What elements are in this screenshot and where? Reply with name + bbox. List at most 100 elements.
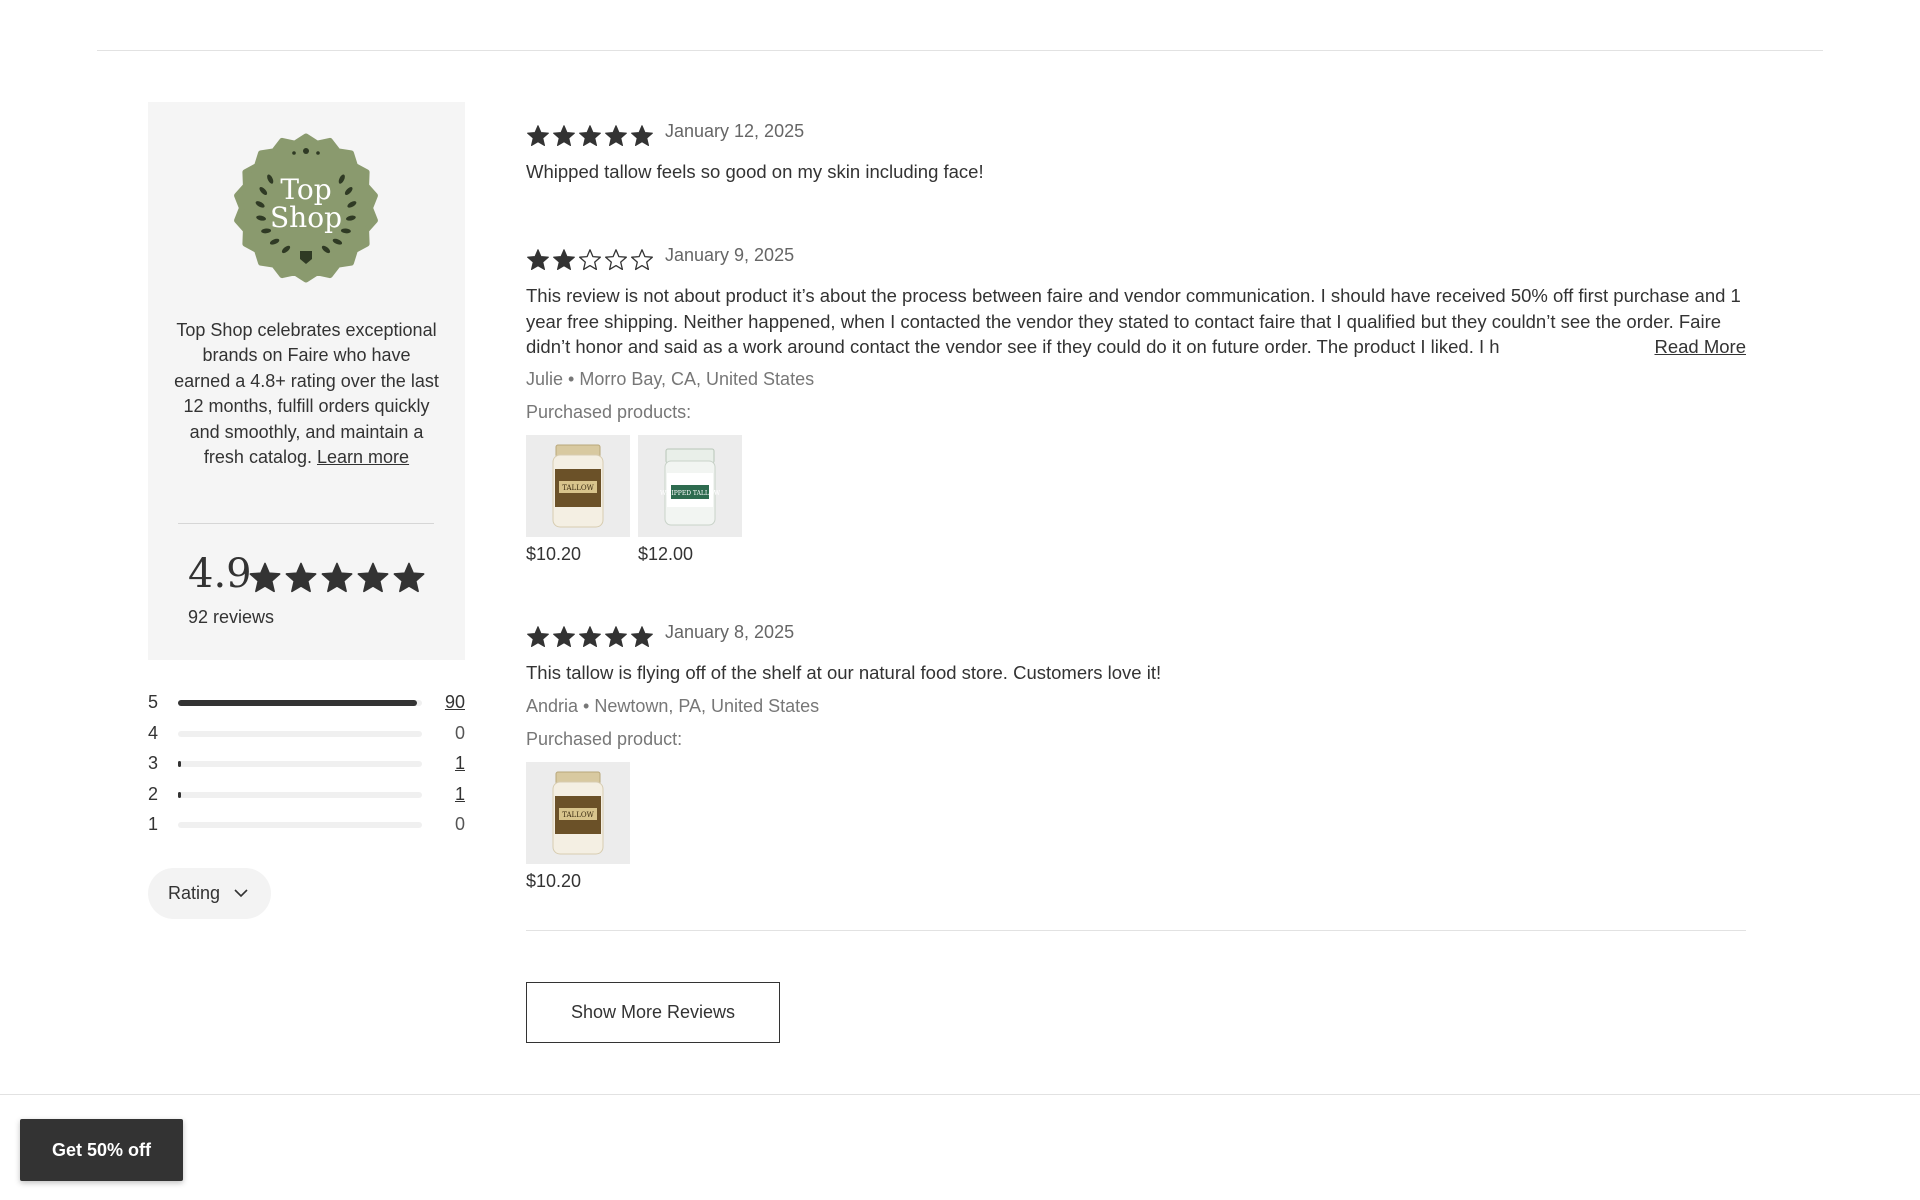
product-price: $12.00 xyxy=(638,544,694,565)
top-divider xyxy=(97,50,1823,51)
review-text: This review is not about product it’s ab… xyxy=(526,283,1746,360)
purchased-products: TALLOW $10.20 xyxy=(526,761,1746,892)
star-empty-icon xyxy=(605,249,627,271)
star-filled-icon xyxy=(579,125,601,146)
rating-distribution-bar-fill xyxy=(178,700,417,706)
review-stars xyxy=(526,248,654,272)
purchased-products-label: Purchased product: xyxy=(526,728,683,749)
review-date: January 12, 2025 xyxy=(665,120,805,141)
rating-distribution-stars-label: 1 xyxy=(148,814,159,834)
star-filled-icon xyxy=(553,249,575,271)
review-item: January 12, 2025 Whipped tallow feels so … xyxy=(526,120,1746,184)
reviews-divider xyxy=(526,930,1746,931)
product-price: $10.20 xyxy=(526,870,582,891)
rating-distribution-bar xyxy=(178,791,422,798)
rating-distribution-bar xyxy=(178,730,422,737)
star-filled-icon xyxy=(249,562,281,593)
star-filled-icon xyxy=(527,249,549,271)
rating-distribution-bar-fill xyxy=(178,761,181,767)
review-header: January 9, 2025 xyxy=(526,244,1746,274)
review-list: January 12, 2025 Whipped tallow feels so … xyxy=(526,120,1746,892)
purchased-product-card[interactable]: WHIPPED TALLOW $12.00 xyxy=(638,435,742,565)
rating-distribution-row: 40 xyxy=(148,723,465,754)
star-filled-icon xyxy=(605,125,627,146)
rating-distribution-count[interactable]: 90 xyxy=(445,692,465,713)
rating-distribution: 5 90 4 0 3 1 2 1 1 0 xyxy=(148,692,465,845)
review-count: 92 reviews xyxy=(188,607,275,627)
rating-filter-label: Rating xyxy=(168,883,221,903)
review-stars xyxy=(526,625,654,649)
review-item: January 8, 2025 This tallow is flying off… xyxy=(526,621,1746,892)
star-filled-icon xyxy=(285,562,317,593)
star-filled-icon xyxy=(631,125,653,146)
product-jar-image: TALLOW xyxy=(552,771,604,855)
product-thumbnail[interactable]: TALLOW xyxy=(526,435,630,538)
show-more-reviews-button[interactable]: Show More Reviews xyxy=(526,982,780,1043)
top-shop-badge-logo: Top Shop xyxy=(234,133,378,283)
rating-distribution-stars-label: 3 xyxy=(148,753,159,773)
review-text: Whipped tallow feels so good on my skin … xyxy=(526,159,1746,184)
review-body: This review is not about product it’s ab… xyxy=(526,285,1741,358)
review-text: This tallow is flying off of the shelf a… xyxy=(526,660,1746,685)
review-date: January 9, 2025 xyxy=(665,244,795,265)
review-author: Julie • Morro Bay, CA, United States xyxy=(526,369,815,390)
bottom-divider xyxy=(0,1094,1920,1095)
product-jar-image: TALLOW xyxy=(552,444,604,528)
purchased-product-card[interactable]: TALLOW $10.20 xyxy=(526,761,630,892)
top-shop-description-text: Top Shop celebrates exceptional brands o… xyxy=(174,320,439,468)
svg-text:WHIPPED TALLOW: WHIPPED TALLOW xyxy=(660,490,721,497)
review-author: Andria • Newtown, PA, United States xyxy=(526,695,820,716)
rating-distribution-stars-label: 5 xyxy=(148,692,159,712)
svg-text:TALLOW: TALLOW xyxy=(562,811,594,819)
svg-text:TALLOW: TALLOW xyxy=(562,484,594,492)
star-filled-icon xyxy=(393,562,425,593)
review-header: January 12, 2025 xyxy=(526,120,1746,150)
rating-distribution-bar-fill xyxy=(178,791,181,798)
review-header: January 8, 2025 xyxy=(526,621,1746,651)
chevron-down-icon xyxy=(234,889,248,898)
review-body: Whipped tallow feels so good on my skin … xyxy=(526,161,984,182)
star-filled-icon xyxy=(527,626,549,648)
star-empty-icon xyxy=(631,249,653,271)
review-item: January 9, 2025 This review is not about … xyxy=(526,244,1746,565)
product-thumbnail[interactable]: TALLOW xyxy=(526,761,630,864)
review-stars xyxy=(526,124,654,148)
average-rating: 4.9 xyxy=(188,551,252,597)
product-jar-image: WHIPPED TALLOW xyxy=(660,448,721,526)
rating-distribution-count: 0 xyxy=(454,814,465,834)
top-shop-panel: Top Shop Top Shop celebrates exceptional… xyxy=(148,102,465,660)
badge-logo-text-shop: Shop xyxy=(270,201,342,234)
top-shop-description: Top Shop celebrates exceptional brands o… xyxy=(172,318,441,470)
get-discount-button[interactable]: Get 50% off xyxy=(20,1119,183,1181)
rating-distribution-row: 21 xyxy=(148,784,465,815)
read-more-link[interactable]: Read More xyxy=(1620,334,1746,360)
product-thumbnail[interactable]: WHIPPED TALLOW xyxy=(638,435,742,538)
star-filled-icon xyxy=(631,626,653,648)
rating-distribution-count[interactable]: 1 xyxy=(455,784,465,805)
rating-distribution-count[interactable]: 1 xyxy=(455,753,465,774)
star-filled-icon xyxy=(527,125,549,146)
star-empty-icon xyxy=(579,249,601,271)
rating-distribution-bar xyxy=(178,700,422,706)
star-filled-icon xyxy=(553,125,575,146)
rating-distribution-row: 31 xyxy=(148,753,465,784)
panel-divider xyxy=(178,523,434,524)
rating-distribution-bar xyxy=(178,822,422,828)
rating-distribution-bar xyxy=(178,761,422,767)
purchased-products: TALLOW $10.20 WHIPPED TALLOW $12.00 xyxy=(526,435,1746,565)
purchased-products-label: Purchased products: xyxy=(526,402,692,423)
purchased-product-card[interactable]: TALLOW $10.20 xyxy=(526,435,630,565)
rating-filter-dropdown[interactable]: Rating xyxy=(148,868,271,919)
rating-distribution-stars-label: 4 xyxy=(148,722,159,743)
star-filled-icon xyxy=(579,626,601,648)
average-rating-stars xyxy=(248,561,426,595)
star-filled-icon xyxy=(605,626,627,648)
review-body: This tallow is flying off of the shelf a… xyxy=(526,662,1162,684)
learn-more-link[interactable]: Learn more xyxy=(317,447,409,467)
review-date: January 8, 2025 xyxy=(665,621,795,642)
rating-distribution-count: 0 xyxy=(454,722,465,743)
rating-distribution-stars-label: 2 xyxy=(148,783,159,804)
rating-distribution-row: 10 xyxy=(148,814,465,845)
star-filled-icon xyxy=(321,562,353,593)
star-filled-icon xyxy=(553,626,575,648)
